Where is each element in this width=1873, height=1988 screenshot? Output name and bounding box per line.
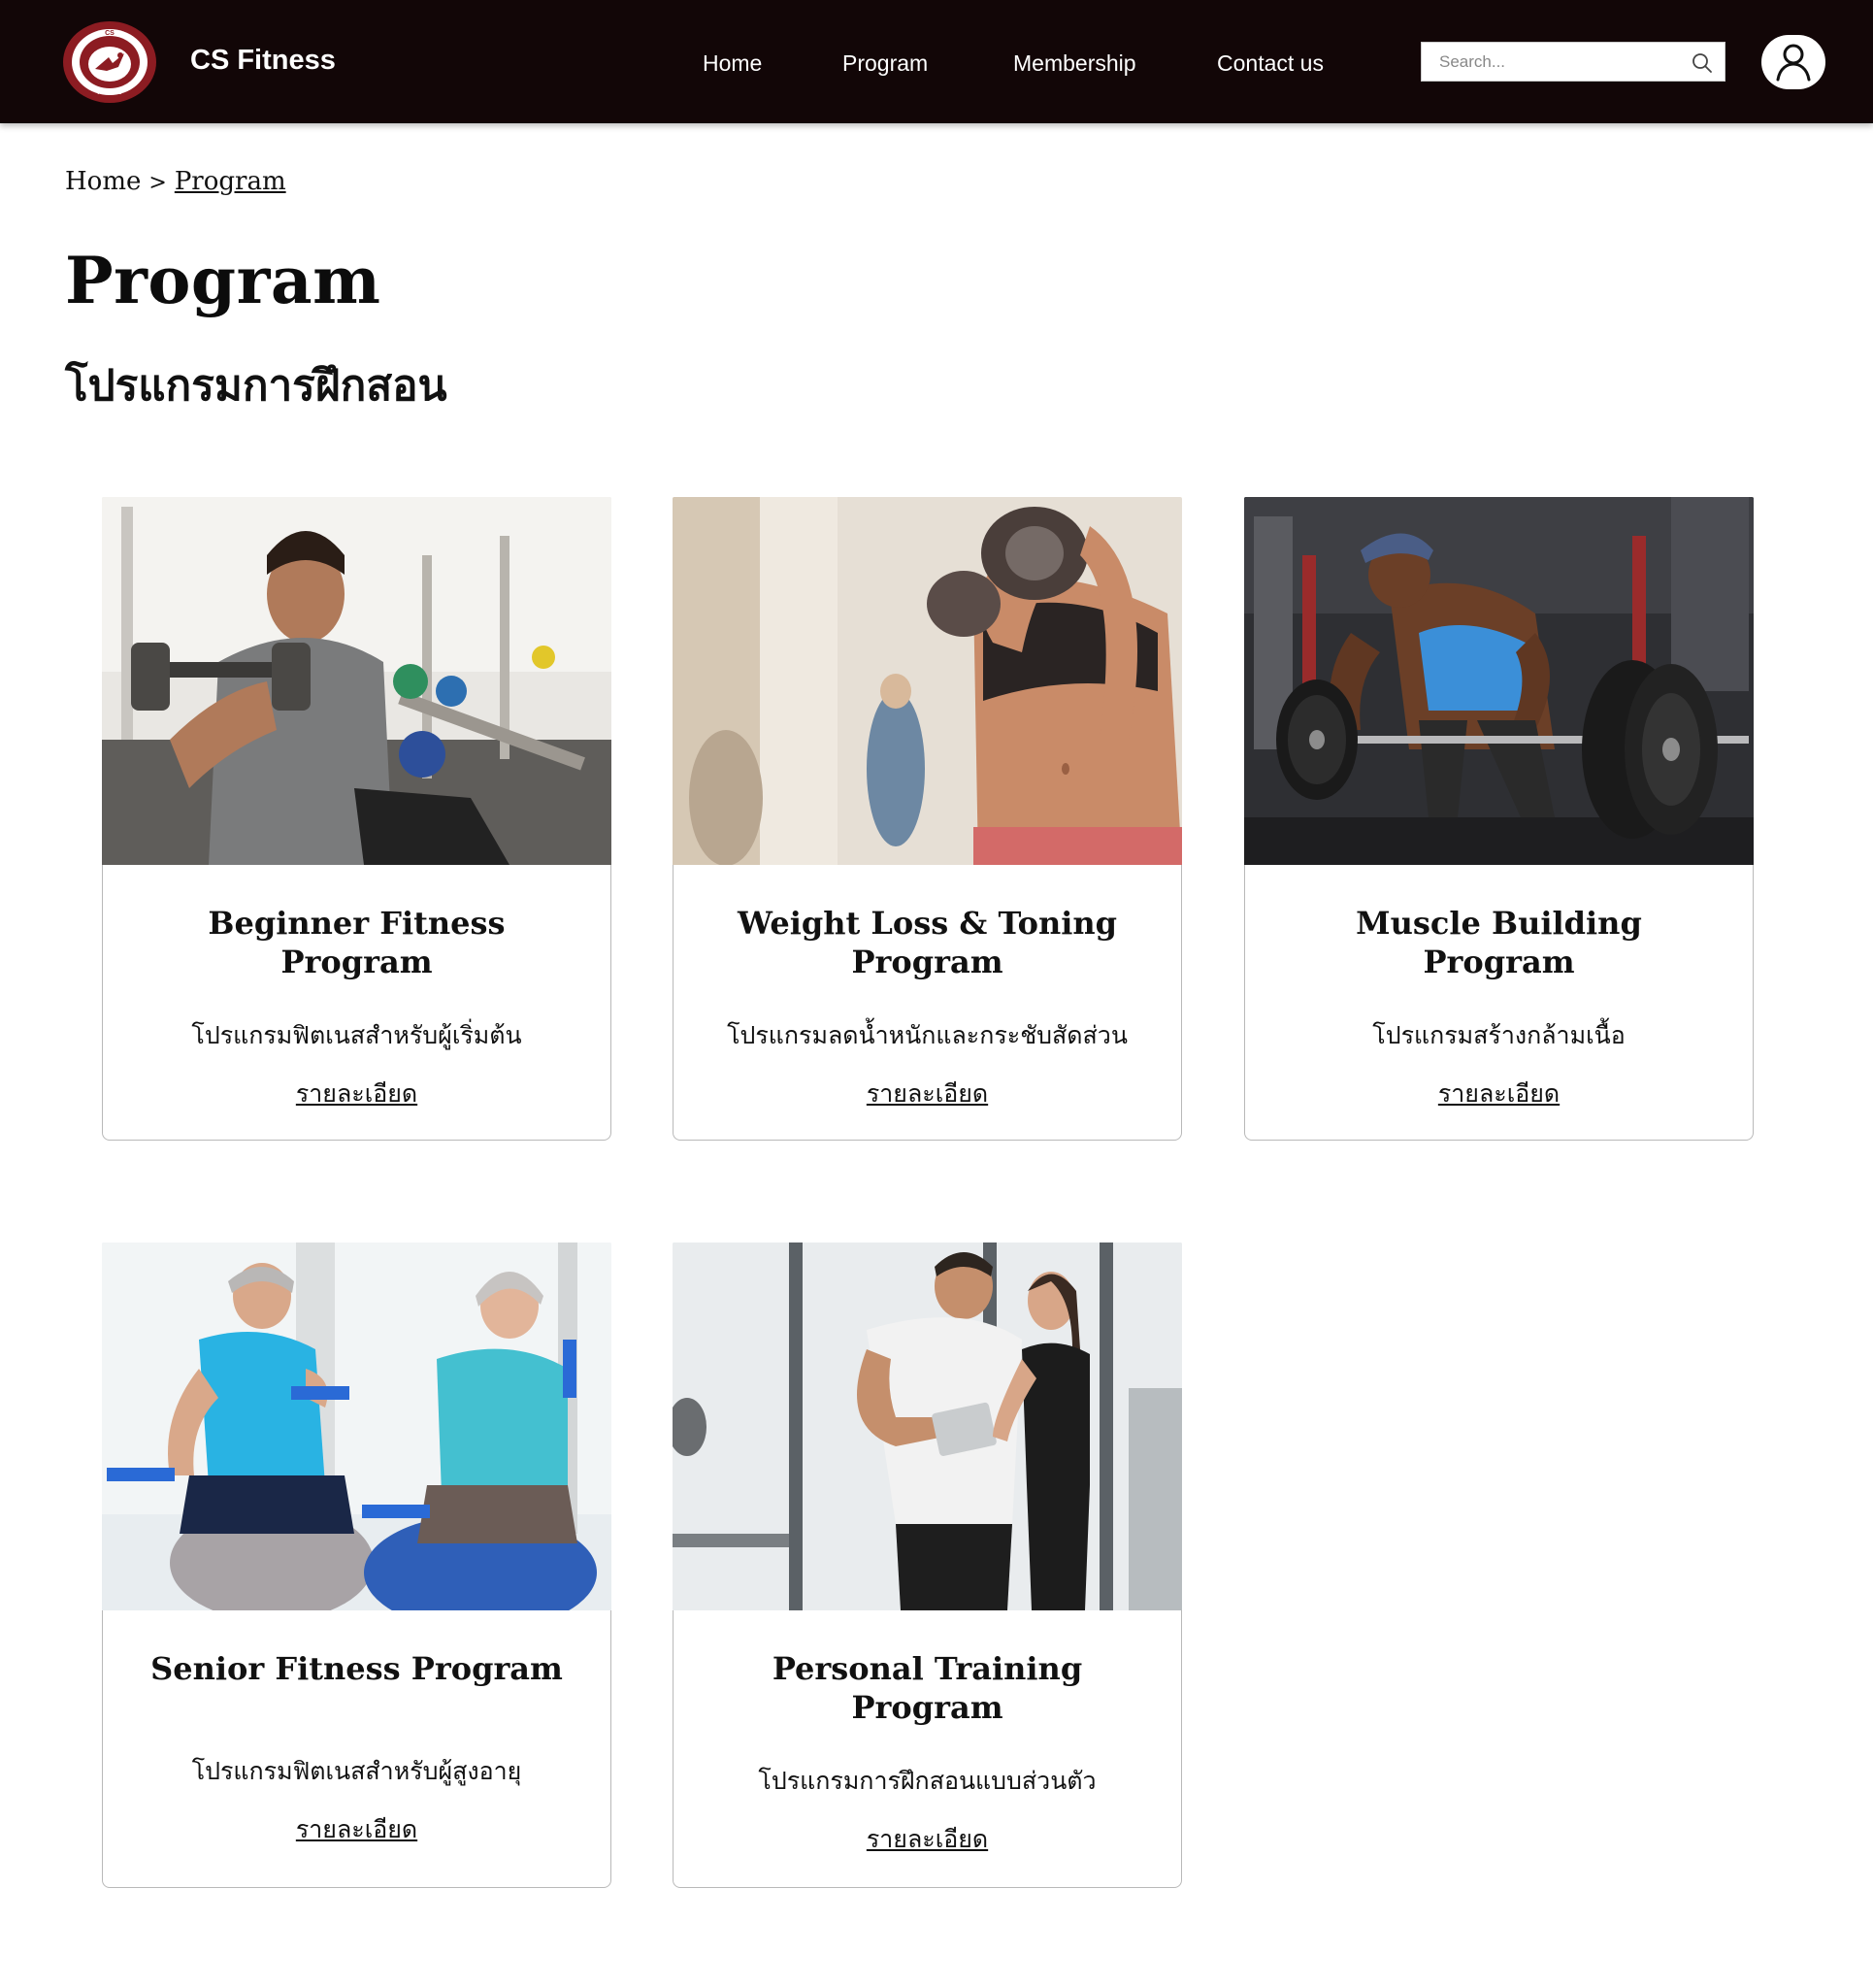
nav-membership[interactable]: Membership	[1013, 50, 1136, 77]
brand-logo[interactable]: CS FITNESS	[62, 20, 157, 104]
program-title-senior: Senior Fitness Program	[150, 1650, 563, 1687]
user-account-button[interactable]	[1761, 35, 1825, 89]
program-details-link-personal-training[interactable]: รายละเอียด	[674, 1820, 1181, 1859]
program-description-personal-training: โปรแกรมการฝึกสอนแบบส่วนตัว	[758, 1767, 1097, 1795]
program-description-senior: โปรแกรมฟิตเนสสำหรับผู้สูงอายุ	[191, 1757, 522, 1785]
logo-emblem-icon: CS FITNESS	[63, 21, 156, 103]
nav-contact-us[interactable]: Contact us	[1217, 50, 1324, 77]
program-photo-weight-loss	[673, 497, 1182, 865]
program-title-weight-loss: Weight Loss & Toning Program	[738, 905, 1117, 980]
program-description-muscle-building: โปรแกรมสร้างกล้ามเนื้อ	[1372, 1021, 1626, 1049]
top-navigation-bar: CS FITNESS CS Fitness Home Program Membe…	[0, 0, 1873, 123]
program-details-link-muscle-building[interactable]: รายละเอียด	[1245, 1075, 1753, 1113]
breadcrumb-current[interactable]: Program	[175, 167, 286, 196]
user-icon	[1776, 44, 1811, 82]
program-title-muscle-building: Muscle Building Program	[1356, 905, 1642, 980]
program-photo-muscle-building	[1244, 497, 1754, 865]
nav-home[interactable]: Home	[703, 50, 762, 77]
brand-name[interactable]: CS Fitness	[190, 45, 336, 77]
program-details-link-weight-loss[interactable]: รายละเอียด	[674, 1075, 1181, 1113]
program-description-weight-loss: โปรแกรมลดน้ำหนักและกระชับสัดส่วน	[727, 1021, 1128, 1049]
program-title-personal-training: Personal Training Program	[772, 1650, 1083, 1726]
breadcrumb-home[interactable]: Home	[65, 167, 141, 196]
program-card-weight-loss: Weight Loss & Toning Program โปรแกรมลดน้…	[673, 497, 1182, 1141]
program-description-beginner: โปรแกรมฟิตเนสสำหรับผู้เริ่มต้น	[191, 1021, 522, 1049]
breadcrumb: Home > Program	[65, 167, 286, 196]
search-box	[1421, 42, 1725, 82]
program-card-beginner: Beginner Fitness Program โปรแกรมฟิตเนสสำ…	[102, 497, 611, 1141]
program-photo-personal-training	[673, 1242, 1182, 1610]
page-title: Program	[65, 243, 381, 318]
program-title-beginner: Beginner Fitness Program	[208, 905, 506, 980]
nav-program[interactable]: Program	[842, 50, 928, 77]
search-icon[interactable]	[1692, 52, 1713, 74]
program-card-personal-training: Personal Training Program โปรแกรมการฝึกส…	[673, 1242, 1182, 1888]
page-subtitle: โปรแกรมการฝึกสอน	[65, 361, 447, 411]
program-card-senior: Senior Fitness Program โปรแกรมฟิตเนสสำหร…	[102, 1242, 611, 1888]
program-details-link-beginner[interactable]: รายละเอียด	[103, 1075, 610, 1113]
program-details-link-senior[interactable]: รายละเอียด	[103, 1810, 610, 1849]
program-photo-beginner	[102, 497, 611, 865]
svg-text:FITNESS: FITNESS	[97, 90, 121, 96]
program-photo-senior	[102, 1242, 611, 1610]
svg-text:CS: CS	[105, 30, 115, 37]
program-card-muscle-building: Muscle Building Program โปรแกรมสร้างกล้า…	[1244, 497, 1754, 1141]
search-input[interactable]	[1422, 43, 1684, 81]
breadcrumb-separator: >	[148, 171, 167, 195]
